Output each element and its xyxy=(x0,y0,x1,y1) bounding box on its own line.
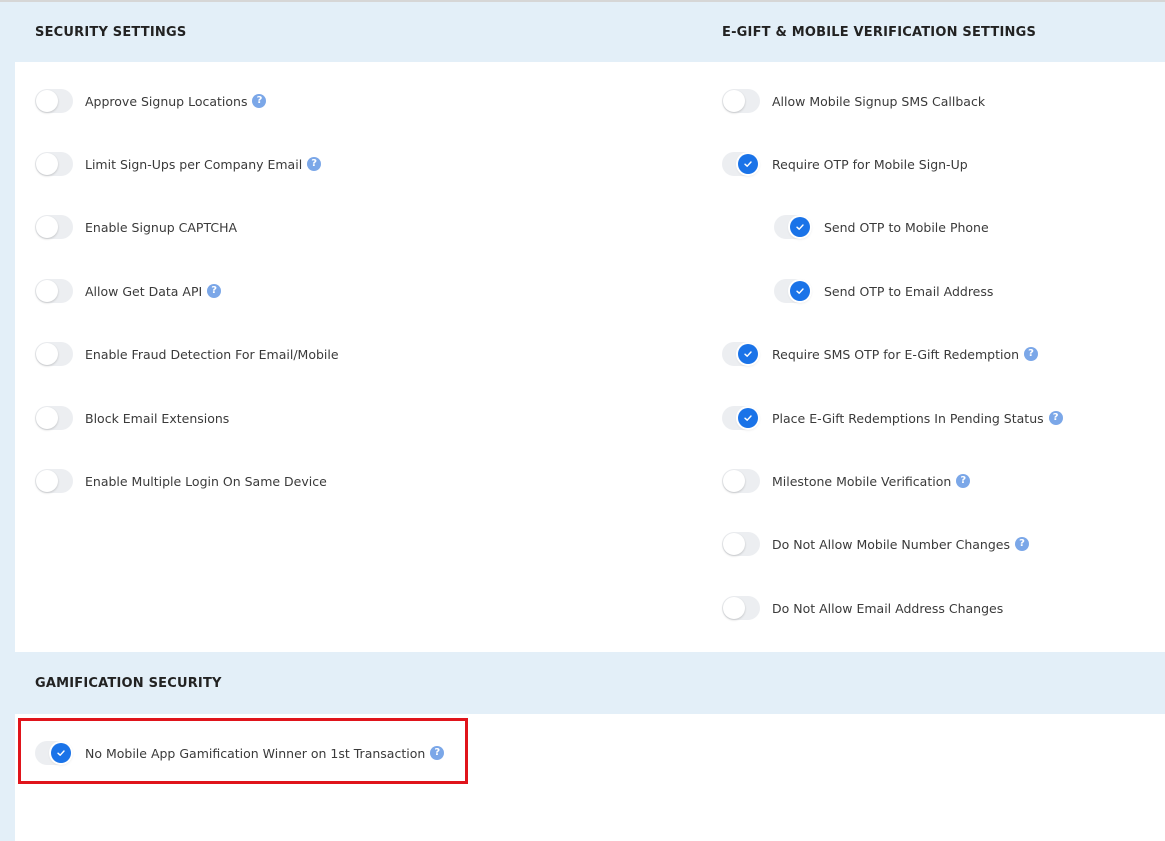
check-icon xyxy=(738,344,758,364)
toggle-enable-signup-captcha[interactable] xyxy=(35,215,73,239)
setting-require-sms-otp-egift-redemption: Require SMS OTP for E-Gift Redemption ? xyxy=(722,342,1039,366)
toggle-send-otp-email-address[interactable] xyxy=(774,279,812,303)
toggle-send-otp-mobile-phone[interactable] xyxy=(774,215,812,239)
setting-label: Require OTP for Mobile Sign-Up xyxy=(772,156,968,172)
toggle-no-email-address-changes[interactable] xyxy=(722,596,760,620)
toggle-enable-multiple-login[interactable] xyxy=(35,469,73,493)
setting-label: Approve Signup Locations xyxy=(85,93,248,109)
setting-allow-mobile-signup-sms-callback: Allow Mobile Signup SMS Callback xyxy=(722,89,985,113)
setting-label: Place E-Gift Redemptions In Pending Stat… xyxy=(772,410,1044,426)
egift-settings-header: E-GIFT & MOBILE VERIFICATION SETTINGS xyxy=(702,2,1165,62)
toggle-limit-signups-per-company-email[interactable] xyxy=(35,152,73,176)
help-icon[interactable]: ? xyxy=(252,94,267,108)
help-icon[interactable]: ? xyxy=(1024,347,1039,361)
setting-label: Allow Mobile Signup SMS Callback xyxy=(772,93,986,109)
setting-approve-signup-locations: Approve Signup Locations ? xyxy=(35,89,267,113)
setting-label: Milestone Mobile Verification xyxy=(772,473,952,489)
toggle-allow-mobile-signup-sms-callback[interactable] xyxy=(722,89,760,113)
setting-label: Enable Multiple Login On Same Device xyxy=(85,473,327,489)
setting-block-email-extensions: Block Email Extensions xyxy=(35,406,229,430)
toggle-no-mobile-number-changes[interactable] xyxy=(722,532,760,556)
toggle-allow-get-data-api[interactable] xyxy=(35,279,73,303)
help-icon[interactable]: ? xyxy=(1015,537,1029,551)
help-icon[interactable]: ? xyxy=(1048,411,1063,425)
setting-allow-get-data-api: Allow Get Data API ? xyxy=(35,279,222,303)
setting-send-otp-mobile-phone: Send OTP to Mobile Phone xyxy=(774,215,989,239)
setting-label: Require SMS OTP for E-Gift Redemption xyxy=(772,346,1020,362)
toggle-approve-signup-locations[interactable] xyxy=(35,89,73,113)
egift-settings-title: E-GIFT & MOBILE VERIFICATION SETTINGS xyxy=(722,24,1037,40)
toggle-block-email-extensions[interactable] xyxy=(35,406,73,430)
setting-milestone-mobile-verification: Milestone Mobile Verification ? xyxy=(722,469,971,493)
setting-label: Enable Fraud Detection For Email/Mobile xyxy=(85,346,339,362)
setting-label: Send OTP to Mobile Phone xyxy=(824,219,989,235)
setting-no-email-address-changes: Do Not Allow Email Address Changes xyxy=(722,596,1003,620)
setting-limit-signups-per-company-email: Limit Sign-Ups per Company Email ? xyxy=(35,152,322,176)
setting-no-mobile-number-changes: Do Not Allow Mobile Number Changes ? xyxy=(722,532,1029,556)
setting-send-otp-email-address: Send OTP to Email Address xyxy=(774,279,993,303)
toggle-require-sms-otp-egift-redemption[interactable] xyxy=(722,342,760,366)
setting-place-egift-pending: Place E-Gift Redemptions In Pending Stat… xyxy=(722,406,1063,430)
toggle-place-egift-pending[interactable] xyxy=(722,406,760,430)
toggle-enable-fraud-detection[interactable] xyxy=(35,342,73,366)
setting-require-otp-mobile-signup: Require OTP for Mobile Sign-Up xyxy=(722,152,968,176)
security-settings-title: SECURITY SETTINGS xyxy=(35,24,187,40)
setting-enable-signup-captcha: Enable Signup CAPTCHA xyxy=(35,215,237,239)
gamification-security-title: GAMIFICATION SECURITY xyxy=(35,675,222,691)
gamification-security-header: GAMIFICATION SECURITY xyxy=(15,653,1165,713)
check-icon xyxy=(738,408,758,428)
setting-label: Block Email Extensions xyxy=(85,410,230,426)
setting-enable-multiple-login: Enable Multiple Login On Same Device xyxy=(35,469,327,493)
highlight-box xyxy=(18,718,468,784)
setting-label: Do Not Allow Mobile Number Changes xyxy=(772,536,1010,552)
check-icon xyxy=(738,154,758,174)
toggle-require-otp-mobile-signup[interactable] xyxy=(722,152,760,176)
setting-label: Limit Sign-Ups per Company Email xyxy=(85,156,303,172)
setting-label: Enable Signup CAPTCHA xyxy=(85,219,238,235)
help-icon[interactable]: ? xyxy=(956,474,971,488)
help-icon[interactable]: ? xyxy=(307,157,322,171)
check-icon xyxy=(790,217,810,237)
security-settings-header: SECURITY SETTINGS xyxy=(15,2,695,62)
help-icon[interactable]: ? xyxy=(207,284,222,298)
setting-enable-fraud-detection: Enable Fraud Detection For Email/Mobile xyxy=(35,342,339,366)
setting-label: Do Not Allow Email Address Changes xyxy=(772,600,1004,616)
setting-label: Send OTP to Email Address xyxy=(824,283,994,299)
toggle-milestone-mobile-verification[interactable] xyxy=(722,469,760,493)
check-icon xyxy=(790,281,810,301)
setting-label: Allow Get Data API xyxy=(85,283,203,299)
